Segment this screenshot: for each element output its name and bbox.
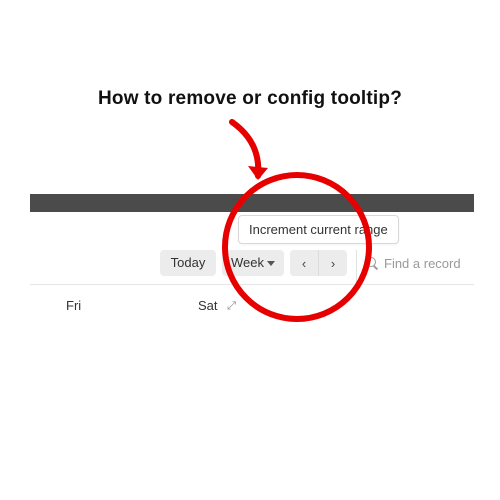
- search-icon: [366, 257, 379, 270]
- today-button[interactable]: Today: [160, 250, 216, 276]
- column-header-fri: Fri: [66, 298, 81, 313]
- annotation-arrow: [222, 118, 282, 188]
- increment-range-tooltip: Increment current range: [238, 215, 399, 244]
- view-range-label: Week: [231, 250, 264, 276]
- find-record-placeholder: Find a record: [384, 256, 461, 271]
- toolbar-divider: [30, 284, 474, 285]
- next-range-button[interactable]: ›: [319, 250, 347, 276]
- chevron-down-icon: [267, 261, 275, 266]
- column-header-sat-label: Sat: [198, 298, 218, 313]
- column-header-sat: Sat ⤢: [198, 298, 236, 314]
- prev-range-button[interactable]: ‹: [290, 250, 319, 276]
- expand-icon[interactable]: ⤢: [227, 300, 236, 313]
- window-title-bar: [30, 194, 474, 212]
- find-record-input[interactable]: Find a record: [366, 250, 461, 276]
- view-range-select[interactable]: Week: [222, 250, 284, 276]
- annotation-question: How to remove or config tooltip?: [0, 88, 500, 110]
- range-nav-group: ‹ ›: [290, 250, 347, 276]
